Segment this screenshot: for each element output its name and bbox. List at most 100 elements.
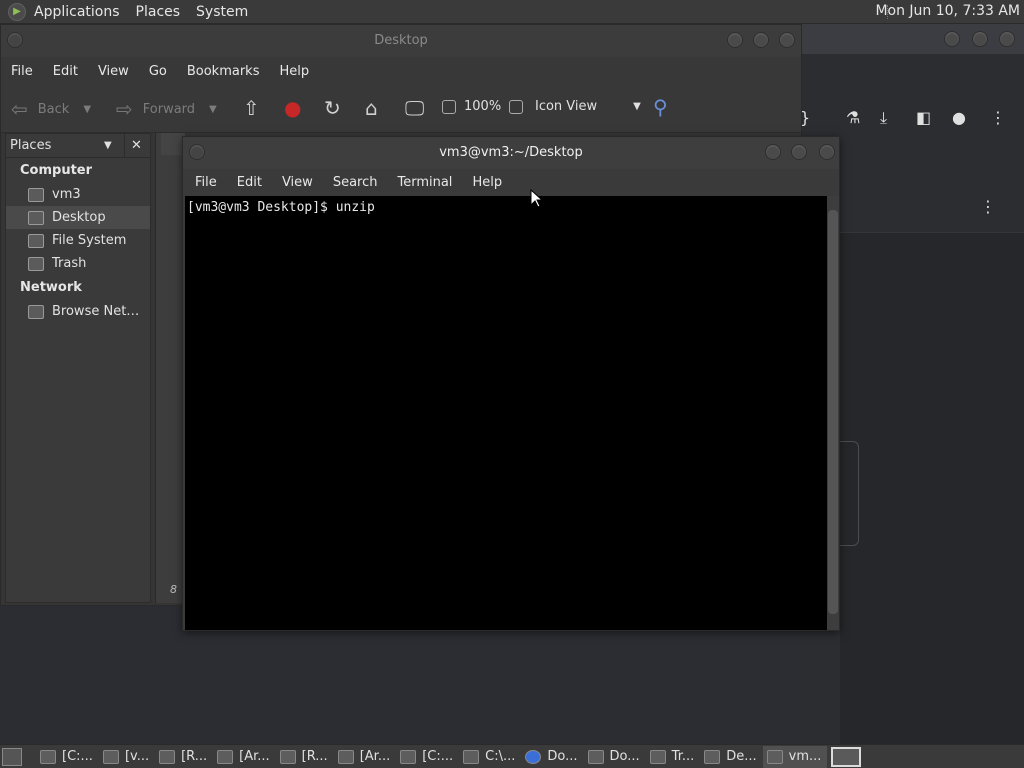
drive-icon [28, 233, 44, 248]
menu-view[interactable]: View [88, 64, 139, 79]
menu-file[interactable]: File [185, 175, 227, 190]
terminal-screen[interactable]: [vm3@vm3 Desktop]$ unzip [185, 196, 827, 630]
search-button[interactable]: ⚲ [653, 95, 668, 119]
back-button[interactable]: ⇦ Back ▼ [11, 97, 91, 121]
trash-icon [28, 256, 44, 271]
desktop-folder-icon [704, 749, 721, 764]
maximize-button[interactable] [791, 144, 807, 160]
window-title: vm3@vm3:~/Desktop [439, 145, 583, 160]
menu-help[interactable]: Help [462, 175, 512, 190]
trash-icon [649, 749, 666, 764]
zoom-control[interactable]: 100% [442, 99, 524, 114]
scrollbar-thumb[interactable] [828, 210, 838, 614]
sidebar-item-browse-network[interactable]: Browse Net… [6, 300, 150, 323]
up-button[interactable]: ⇧ [243, 96, 260, 120]
folder-icon [587, 749, 604, 764]
forward-button[interactable]: ⇨ Forward ▼ [116, 97, 217, 121]
menu-terminal[interactable]: Terminal [387, 175, 462, 190]
sidebar-item-desktop[interactable]: Desktop [6, 206, 150, 229]
minimize-button[interactable] [944, 31, 960, 47]
taskbar-task[interactable]: [Ar... [213, 746, 276, 768]
browser-card [840, 441, 859, 546]
mouse-pointer-icon [530, 189, 542, 208]
menu-edit[interactable]: Edit [43, 64, 88, 79]
workspace-switcher[interactable] [831, 746, 862, 767]
back-dropdown-icon[interactable]: ▼ [83, 104, 91, 115]
top-panel: ▶ Applications Places System Mon Jun 10,… [0, 0, 1024, 24]
stop-button[interactable]: ● [284, 96, 301, 120]
download-icon[interactable]: ⤓ [880, 108, 887, 128]
show-desktop-button[interactable] [2, 747, 22, 766]
file-view-area[interactable]: 8 [155, 133, 185, 603]
applications-menu[interactable]: Applications [26, 4, 128, 20]
window-title: Desktop [374, 33, 428, 48]
menu-go[interactable]: Go [139, 64, 177, 79]
computer-button[interactable]: 🖵 [405, 96, 424, 120]
taskbar-task[interactable]: [v... [99, 746, 155, 768]
file-manager-titlebar[interactable]: Desktop [1, 25, 801, 57]
sidebar-heading-computer: Computer [20, 163, 93, 178]
minimize-button[interactable] [765, 144, 781, 160]
menu-bookmarks[interactable]: Bookmarks [177, 64, 270, 79]
taskbar-task[interactable]: [R... [155, 746, 213, 768]
window-icon [400, 749, 417, 764]
close-sidebar-icon[interactable]: ✕ [124, 134, 142, 158]
terminal-window[interactable]: vm3@vm3:~/Desktop File Edit View Search … [182, 136, 840, 631]
network-icon [28, 304, 44, 319]
chevron-down-icon[interactable]: ▼ [104, 140, 112, 151]
sidebar-item-trash[interactable]: Trash [6, 252, 150, 275]
profile-icon[interactable]: ● [952, 108, 966, 127]
up-arrow-icon: ⇧ [243, 96, 260, 120]
places-menu[interactable]: Places [128, 4, 189, 20]
sidebar-heading-network: Network [20, 280, 82, 295]
taskbar-task[interactable]: Do... [584, 746, 646, 768]
taskbar-task[interactable]: [Ar... [334, 746, 397, 768]
zoom-in-icon[interactable] [509, 99, 524, 114]
places-selector[interactable]: Places ▼ ✕ [6, 134, 150, 158]
terminal-titlebar[interactable]: vm3@vm3:~/Desktop [183, 137, 839, 169]
close-button[interactable] [819, 144, 835, 160]
taskbar-task[interactable]: Do... [521, 746, 583, 768]
close-button[interactable] [999, 31, 1015, 47]
maximize-button[interactable] [972, 31, 988, 47]
forward-dropdown-icon[interactable]: ▼ [209, 104, 217, 115]
sidebar-item-file-system[interactable]: File System [6, 229, 150, 252]
taskbar-task[interactable]: [C:... [36, 746, 99, 768]
side-panel-icon[interactable]: ◧ [916, 108, 931, 127]
gnome-foot-icon[interactable]: ▶ [8, 2, 26, 21]
bottom-taskbar: [C:... [v... [R... [Ar... [R... [Ar... [… [0, 744, 1024, 768]
zoom-out-icon[interactable] [442, 99, 456, 114]
terminal-prompt-line: [vm3@vm3 Desktop]$ unzip [187, 200, 375, 215]
taskbar-task[interactable]: Tr... [646, 746, 701, 768]
taskbar-task-active[interactable]: vm... [762, 745, 828, 768]
menu-edit[interactable]: Edit [227, 175, 272, 190]
browser-secondary-bar: ⋮ [840, 189, 1024, 229]
menu-view[interactable]: View [272, 175, 323, 190]
taskbar-task[interactable]: [R... [276, 746, 334, 768]
window-menu-button[interactable] [7, 32, 23, 48]
more-options-icon[interactable]: ⋮ [980, 197, 996, 216]
taskbar-task[interactable]: C:\... [459, 746, 521, 768]
minimize-button[interactable] [727, 32, 743, 48]
taskbar-task[interactable]: De... [700, 746, 762, 768]
labs-flask-icon[interactable]: ⚗ [846, 108, 860, 127]
taskbar-task[interactable]: [C:... [396, 746, 459, 768]
reload-button[interactable]: ↻ [324, 96, 341, 120]
close-button[interactable] [779, 32, 795, 48]
clock[interactable]: Mon Jun 10, 7:33 AM [875, 3, 1020, 19]
more-menu-icon[interactable]: ⋮ [990, 108, 1006, 127]
view-mode-select[interactable]: Icon View ▼ [535, 99, 641, 114]
terminal-scrollbar[interactable] [827, 196, 839, 630]
maximize-button[interactable] [753, 32, 769, 48]
system-menu[interactable]: System [188, 4, 256, 20]
menu-help[interactable]: Help [269, 64, 319, 79]
remote-desktop-icon [217, 749, 234, 764]
menu-search[interactable]: Search [323, 175, 388, 190]
home-folder-icon: ⌂ [365, 96, 378, 120]
window-menu-button[interactable] [189, 144, 205, 160]
browser-titlebar[interactable] [800, 24, 1024, 54]
sidebar-item-vm3[interactable]: vm3 [6, 183, 150, 206]
terminal-menubar: File Edit View Search Terminal Help [183, 169, 839, 195]
home-button[interactable]: ⌂ [365, 96, 378, 120]
menu-file[interactable]: File [1, 64, 43, 79]
